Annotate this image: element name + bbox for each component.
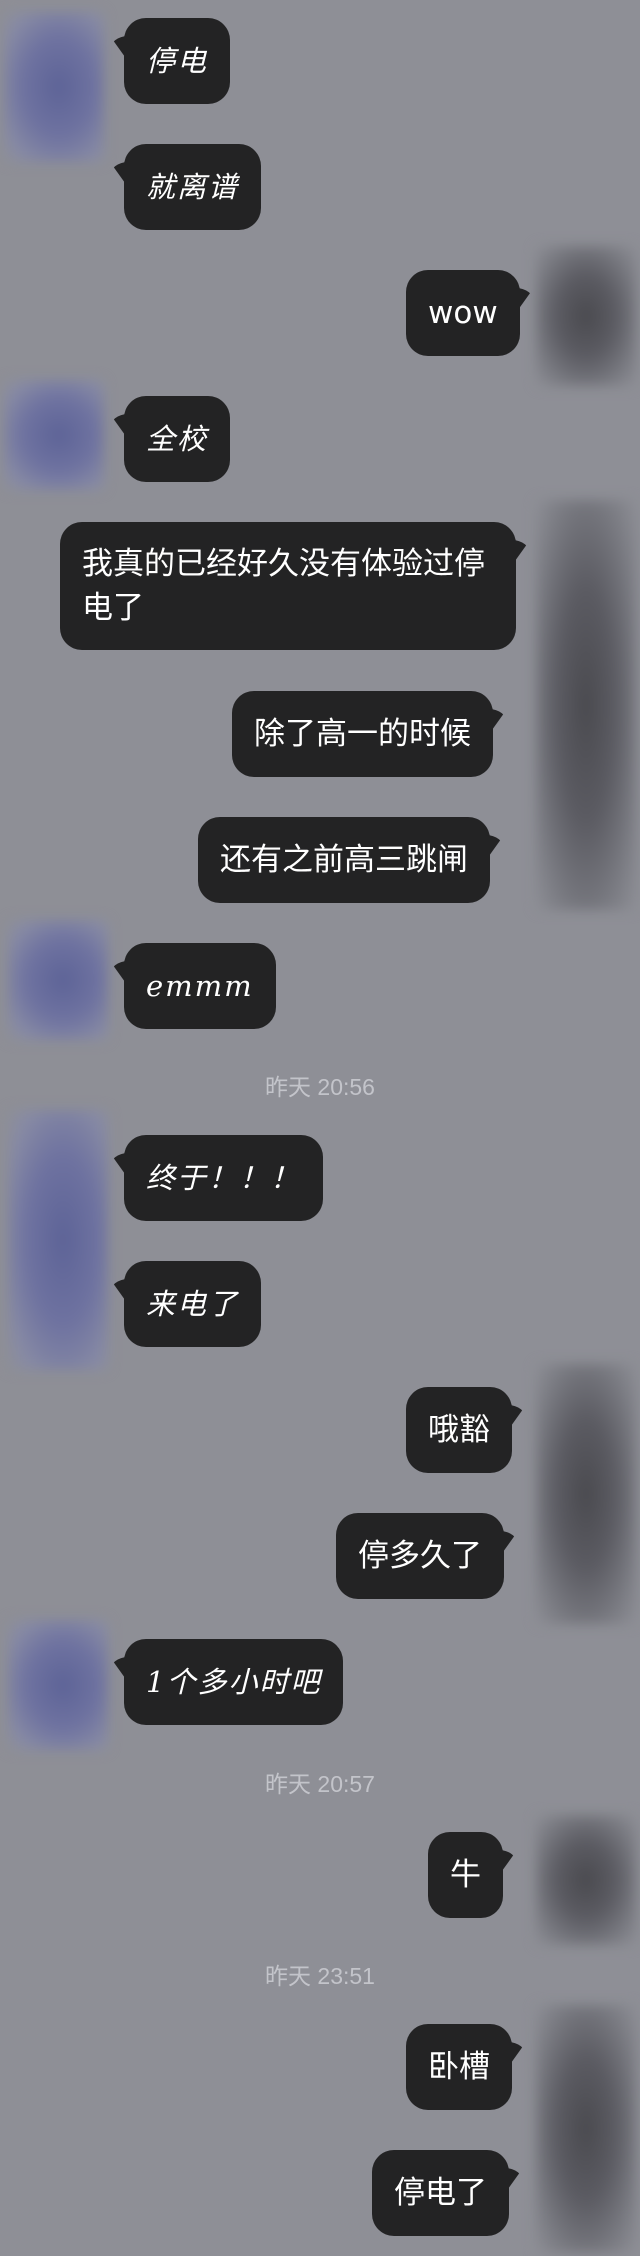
self-avatar[interactable] (536, 1364, 636, 1624)
message-timestamp: 昨天 20:56 (265, 1074, 375, 1100)
message-text: 1个多小时吧 (146, 1665, 322, 1699)
message-text: wow (428, 295, 498, 331)
message-bubble-received[interactable]: 1个多小时吧 (124, 1639, 344, 1725)
message-bubble-received[interactable]: 停电 (124, 18, 231, 104)
self-avatar[interactable] (536, 246, 636, 386)
message-bubble-received[interactable]: 全校 (124, 396, 231, 482)
message-bubble-sent[interactable]: 我真的已经好久没有体验过停电了 (60, 522, 516, 650)
message-bubble-sent[interactable]: 除了高一的时候 (232, 691, 493, 777)
self-avatar[interactable] (536, 1815, 636, 1945)
message-text: 我真的已经好久没有体验过停电了 (82, 546, 485, 626)
message-bubble-received[interactable]: emmm (124, 943, 276, 1029)
message-text: 还有之前高三跳闸 (220, 842, 468, 878)
message-text: 终于！！！ (146, 1161, 302, 1195)
message-bubble-received[interactable]: 就离谱 (124, 144, 262, 230)
contact-avatar[interactable] (8, 1110, 108, 1370)
message-bubble-received[interactable]: 终于！！！ (124, 1135, 324, 1221)
message-bubble-sent[interactable]: wow (406, 270, 520, 356)
message-text: 全校 (146, 422, 209, 456)
message-text: 停多久了 (358, 1538, 482, 1574)
self-avatar[interactable] (536, 500, 636, 910)
contact-avatar[interactable] (4, 12, 104, 162)
message-text: 来电了 (146, 1287, 240, 1321)
message-bubble-received[interactable]: 来电了 (124, 1261, 262, 1347)
message-bubble-sent[interactable]: 还有之前高三跳闸 (198, 817, 490, 903)
message-text: 哦豁 (428, 1412, 490, 1448)
message-bubble-sent[interactable]: 牛 (428, 1832, 503, 1918)
contact-avatar[interactable] (4, 380, 104, 490)
message-text: 就离谱 (146, 170, 240, 204)
message-bubble-sent[interactable]: 卧槽 (406, 2024, 512, 2110)
message-text: 除了高一的时候 (254, 716, 471, 752)
contact-avatar[interactable] (8, 920, 108, 1040)
message-bubble-sent[interactable]: 哦豁 (406, 1387, 512, 1473)
contact-avatar[interactable] (8, 1620, 108, 1750)
message-text: 牛 (450, 1857, 481, 1893)
self-avatar[interactable] (536, 2005, 636, 2253)
message-text: 停电了 (394, 2175, 487, 2211)
message-text: 停电 (146, 44, 209, 78)
message-text: emmm (146, 969, 254, 1003)
message-timestamp: 昨天 20:57 (265, 1771, 375, 1797)
message-timestamp: 昨天 23:51 (265, 1963, 375, 1989)
message-bubble-sent[interactable]: 停电了 (372, 2150, 509, 2236)
message-bubble-sent[interactable]: 停多久了 (336, 1513, 504, 1599)
message-text: 卧槽 (428, 2049, 490, 2085)
